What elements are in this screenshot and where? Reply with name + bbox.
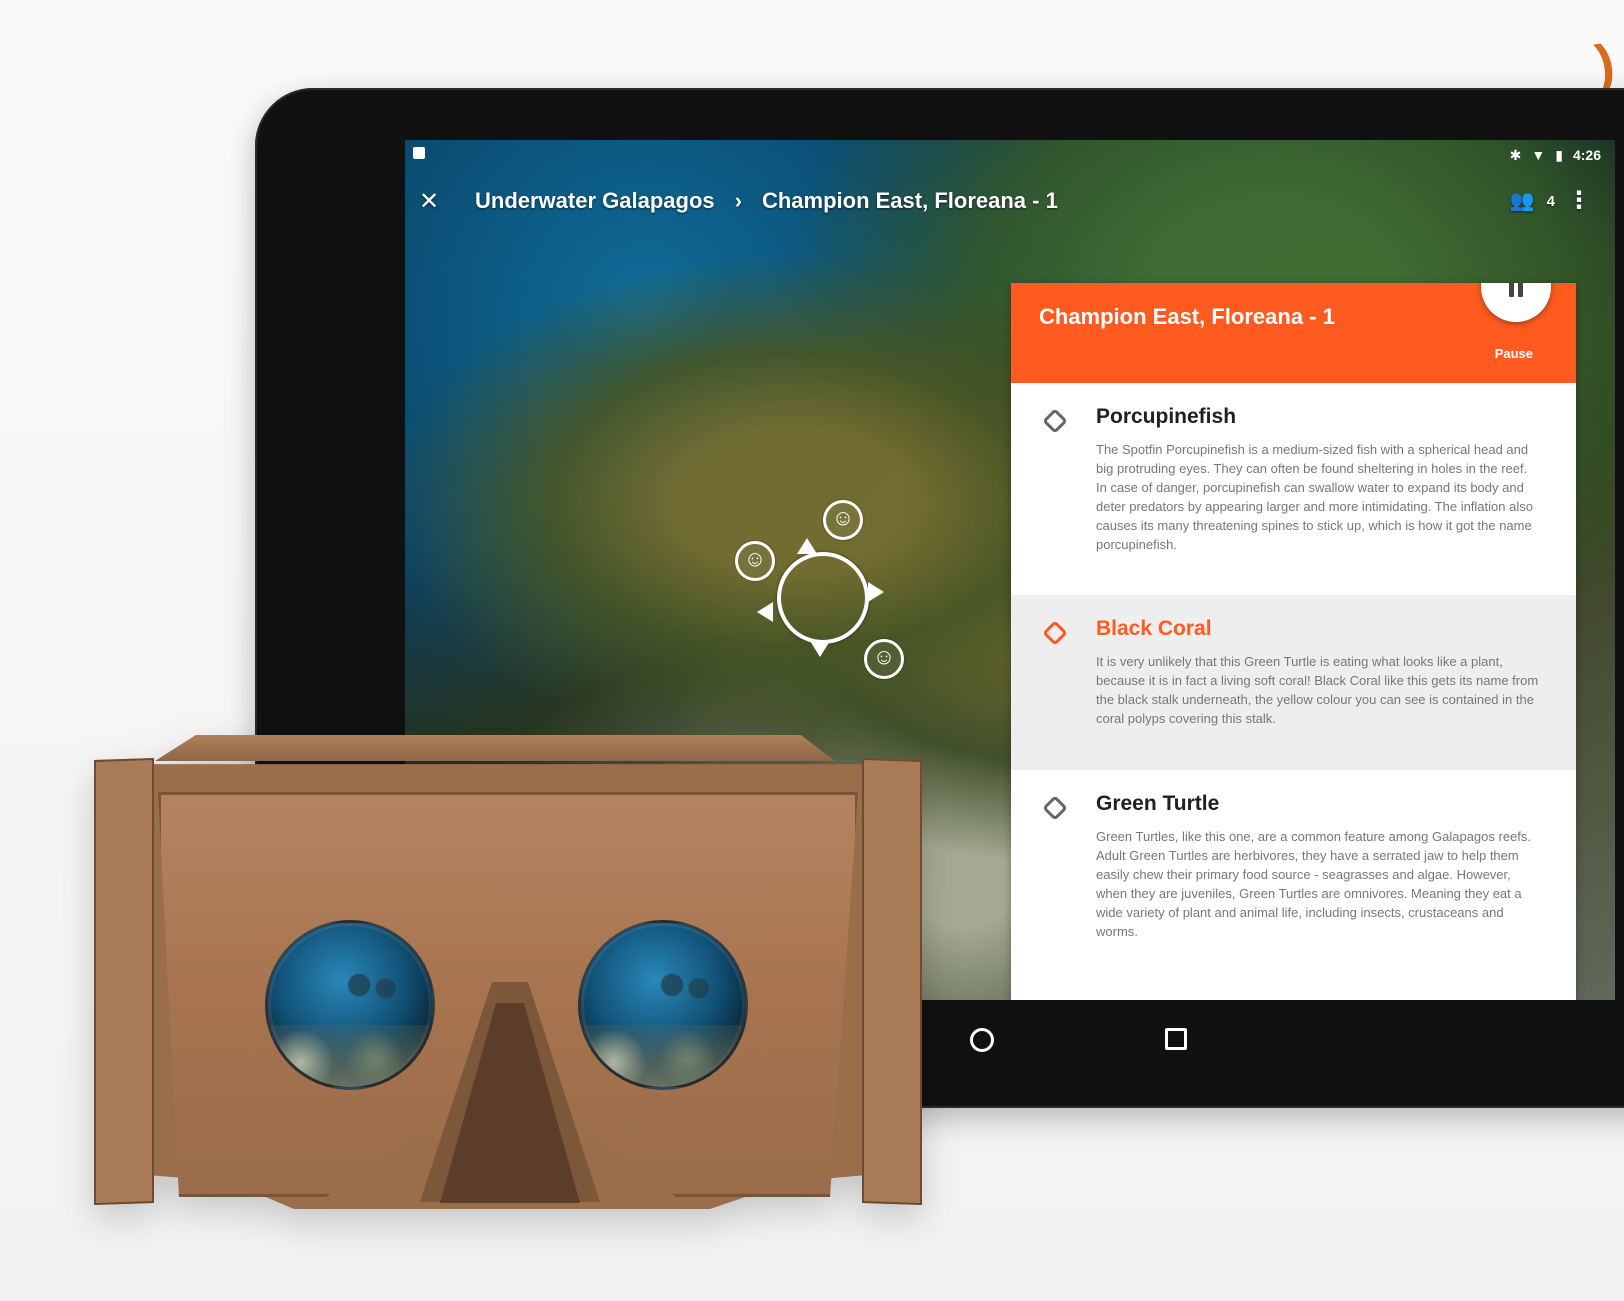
- item-title: Black Coral: [1096, 617, 1212, 640]
- breadcrumb-level-1[interactable]: Underwater Galapagos: [475, 188, 715, 214]
- list-item-active[interactable]: Black Coral It is very unlikely that thi…: [1011, 595, 1576, 770]
- page: ) ✱ ▼ ▮ 4:26 ✕ Underwater Galapagos › Ch…: [0, 0, 1624, 1301]
- status-indicator-icon: [413, 147, 425, 159]
- left-lens: [265, 920, 435, 1090]
- pause-button[interactable]: [1481, 283, 1551, 322]
- reticle-arrow-icon: [810, 641, 830, 657]
- reticle-arrow-icon: [797, 538, 817, 554]
- corner-mark-icon: ): [1592, 33, 1619, 96]
- reticle-arrow-icon: [868, 582, 884, 602]
- reticle-arrow-icon: [757, 602, 773, 622]
- point-of-interest-icon: [1042, 408, 1068, 434]
- breadcrumb-separator-icon: ›: [734, 188, 742, 213]
- status-time: 4:26: [1572, 147, 1601, 163]
- item-description: It is very unlikely that this Green Turt…: [1096, 654, 1539, 726]
- smile-icon: ☺: [864, 639, 904, 679]
- list-item[interactable]: Porcupinefish The Spotfin Porcupinefish …: [1011, 383, 1576, 595]
- status-bar: ✱ ▼ ▮ 4:26: [405, 140, 1615, 174]
- reticle-icon: [777, 552, 869, 644]
- cardboard-viewer: [90, 735, 940, 1235]
- breadcrumb-level-2: Champion East, Floreana - 1: [761, 188, 1058, 213]
- pause-label: Pause: [1494, 346, 1533, 361]
- participants-count: 4: [1546, 192, 1555, 210]
- home-circle-icon[interactable]: [970, 1028, 994, 1052]
- item-description: Green Turtles, like this one, are a comm…: [1096, 829, 1532, 939]
- app-bar-actions: 👥 4 ⋮: [1510, 189, 1591, 213]
- more-vertical-icon[interactable]: ⋮: [1567, 189, 1591, 213]
- cardboard-top-edge: [155, 735, 835, 761]
- item-title: Green Turtle: [1096, 792, 1220, 815]
- smile-icon: ☺: [823, 500, 863, 540]
- view-reticle[interactable]: ☺ ☺ ☺: [735, 500, 904, 679]
- cardboard-right-side: [862, 757, 922, 1206]
- app-bar: ✕ Underwater Galapagos › Champion East, …: [405, 180, 1615, 235]
- wifi-icon: ▼: [1531, 147, 1546, 163]
- point-of-interest-icon: [1042, 620, 1068, 646]
- smile-icon: ☺: [735, 541, 775, 581]
- list-item[interactable]: Green Turtle Green Turtles, like this on…: [1011, 770, 1576, 1000]
- item-description: The Spotfin Porcupinefish is a medium-si…: [1096, 442, 1533, 552]
- close-icon[interactable]: ✕: [419, 190, 439, 214]
- recent-apps-icon[interactable]: [1165, 1028, 1187, 1050]
- cardboard-left-side: [94, 757, 154, 1206]
- panel-title: Champion East, Floreana - 1: [1039, 304, 1335, 329]
- battery-icon: ▮: [1555, 147, 1563, 163]
- status-icons: ✱ ▼ ▮ 4:26: [1510, 147, 1601, 163]
- breadcrumb: Underwater Galapagos › Champion East, Fl…: [475, 188, 1058, 214]
- bluetooth-icon: ✱: [1509, 147, 1522, 163]
- guide-panel: Champion East, Floreana - 1 Pause Porcup…: [1011, 283, 1576, 1000]
- right-lens: [578, 920, 748, 1090]
- item-title: Porcupinefish: [1096, 405, 1237, 428]
- point-of-interest-icon: [1042, 795, 1068, 821]
- pause-icon: [1507, 283, 1525, 297]
- panel-header: Champion East, Floreana - 1 Pause: [1011, 283, 1576, 383]
- people-icon[interactable]: 👥: [1510, 191, 1535, 211]
